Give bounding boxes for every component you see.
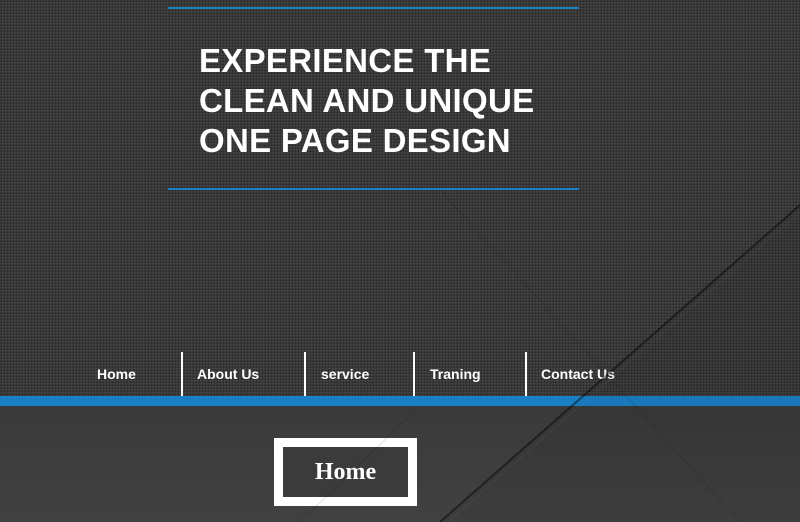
headline-line-1: EXPERIENCE THE: [199, 42, 492, 79]
nav-separator: [413, 352, 415, 396]
nav-separator: [525, 352, 527, 396]
nav-item-service[interactable]: service: [321, 352, 369, 396]
accent-bar: [0, 396, 800, 406]
hero-headline: EXPERIENCE THE CLEAN AND UNIQUE ONE PAGE…: [199, 41, 599, 161]
headline-line-3: ONE PAGE DESIGN: [199, 122, 511, 159]
section-title: Home: [314, 458, 377, 485]
nav-item-traning[interactable]: Traning: [430, 352, 481, 396]
nav-item-about-us[interactable]: About Us: [197, 352, 259, 396]
nav-separator: [181, 352, 183, 396]
nav-item-home[interactable]: Home: [97, 352, 136, 396]
hero-bottom-rule: [168, 188, 579, 190]
nav-item-contact-us[interactable]: Contact Us: [541, 352, 615, 396]
home-section: Home: [0, 406, 800, 522]
nav-separator: [304, 352, 306, 396]
main-nav: Home About Us service Traning Contact Us: [0, 352, 800, 396]
headline-line-2: CLEAN AND UNIQUE: [199, 82, 535, 119]
hero-top-rule: [168, 7, 579, 9]
section-title-box: Home: [274, 438, 417, 506]
hero-section: EXPERIENCE THE CLEAN AND UNIQUE ONE PAGE…: [0, 0, 800, 396]
